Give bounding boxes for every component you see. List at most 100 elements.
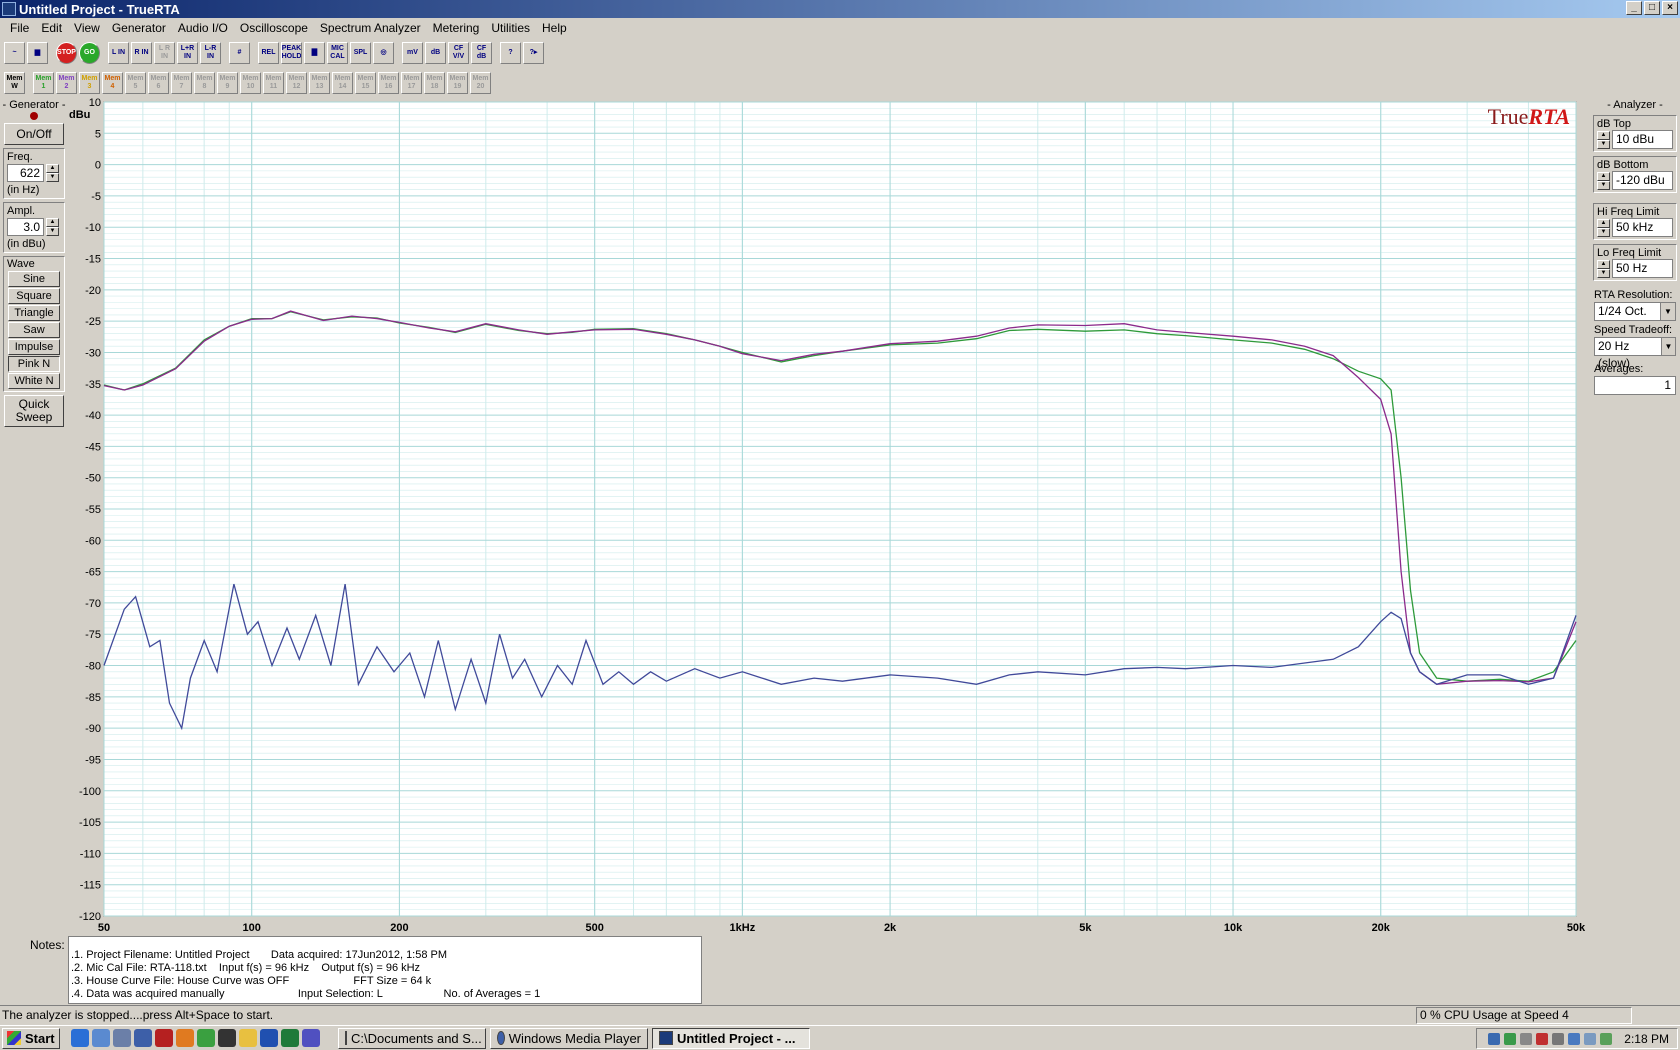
word-icon[interactable] [260, 1029, 278, 1047]
peak-hold-button[interactable]: PEAK HOLD [281, 42, 302, 64]
network-icon[interactable] [113, 1029, 131, 1047]
freq-down-icon[interactable]: ▼ [46, 173, 59, 182]
ampl-down-icon[interactable]: ▼ [46, 227, 59, 236]
db-button[interactable]: dB [425, 42, 446, 64]
db-bottom-up-icon[interactable]: ▲ [1597, 171, 1610, 181]
task-explorer[interactable]: C:\Documents and S... [338, 1027, 486, 1049]
memory-mem-10-button[interactable]: Mem 10 [240, 72, 261, 94]
generator-onoff-button[interactable]: On/Off [4, 123, 64, 145]
quick-sweep-button[interactable]: Quick Sweep [4, 395, 64, 427]
notes-box[interactable]: .1. Project Filename: Untitled Project D… [68, 936, 702, 1004]
excel-icon[interactable] [281, 1029, 299, 1047]
target-icon[interactable]: ◎ [373, 42, 394, 64]
ampl-up-icon[interactable]: ▲ [46, 218, 59, 227]
memory-mem-8-button[interactable]: Mem 8 [194, 72, 215, 94]
rel-button[interactable]: REL [258, 42, 279, 64]
ie-icon[interactable] [71, 1029, 89, 1047]
memory-mem-18-button[interactable]: Mem 18 [424, 72, 445, 94]
tray-icon[interactable] [1600, 1032, 1613, 1045]
memory-mem-4-button[interactable]: Mem 4 [102, 72, 123, 94]
memory-mem-6-button[interactable]: Mem 6 [148, 72, 169, 94]
wave-sine-button[interactable]: Sine [8, 271, 60, 287]
db-bottom-down-icon[interactable]: ▼ [1597, 180, 1610, 190]
hi-freq-down-icon[interactable]: ▼ [1597, 227, 1610, 237]
task-media-player[interactable]: Windows Media Player [490, 1027, 648, 1049]
memory-mem-7-button[interactable]: Mem 7 [171, 72, 192, 94]
wave-white-n-button[interactable]: White N [8, 373, 60, 389]
minimize-button[interactable]: _ [1626, 1, 1642, 15]
clock[interactable]: 2:18 PM [1624, 1032, 1669, 1046]
memory-mem-13-button[interactable]: Mem 13 [309, 72, 330, 94]
context-help-icon[interactable]: ?▸ [523, 42, 544, 64]
lo-freq-up-icon[interactable]: ▲ [1597, 259, 1610, 269]
ampl-input[interactable]: 3.0 [7, 218, 44, 236]
lr-in-button[interactable]: L R IN [154, 42, 175, 64]
menu-view[interactable]: View [68, 21, 106, 35]
rta-resolution-select[interactable]: 1/24 Oct. ▼ [1594, 302, 1676, 321]
memory-mem-19-button[interactable]: Mem 19 [447, 72, 468, 94]
chrome-icon[interactable] [197, 1029, 215, 1047]
memory-mem-15-button[interactable]: Mem 15 [355, 72, 376, 94]
cf-vv-button[interactable]: CF V/V [448, 42, 469, 64]
firefox-icon[interactable] [176, 1029, 194, 1047]
wave-impulse-button[interactable]: Impulse [8, 339, 60, 355]
help-icon[interactable]: ? [500, 42, 521, 64]
lo-freq-input[interactable]: 50 Hz [1612, 259, 1673, 278]
memory-mem-2-button[interactable]: Mem 2 [56, 72, 77, 94]
tray-volume-icon[interactable] [1552, 1032, 1565, 1045]
l-in-button[interactable]: L IN [108, 42, 129, 64]
memory-mem-14-button[interactable]: Mem 14 [332, 72, 353, 94]
db-top-down-icon[interactable]: ▼ [1597, 139, 1610, 149]
app-icon[interactable] [155, 1029, 173, 1047]
l-plus-r-in-button[interactable]: L+R IN [177, 42, 198, 64]
db-top-up-icon[interactable]: ▲ [1597, 130, 1610, 140]
spl-button[interactable]: SPL [350, 42, 371, 64]
memory-mem-w-button[interactable]: Mem W [4, 72, 25, 94]
chevron-down-icon[interactable]: ▼ [1660, 303, 1675, 320]
memory-mem-17-button[interactable]: Mem 17 [401, 72, 422, 94]
memory-mem-16-button[interactable]: Mem 16 [378, 72, 399, 94]
tray-app-icon[interactable] [1504, 1032, 1517, 1045]
freq-input[interactable]: 622 [7, 164, 44, 182]
go-button[interactable]: GO [79, 42, 100, 64]
wave-triangle-button[interactable]: Triangle [8, 305, 60, 321]
db-top-input[interactable]: 10 dBu [1612, 130, 1673, 149]
speed-tradeoff-select[interactable]: 20 Hz (slow) ▼ [1594, 337, 1676, 370]
folder-icon[interactable] [239, 1029, 257, 1047]
memory-mem-3-button[interactable]: Mem 3 [79, 72, 100, 94]
freq-up-icon[interactable]: ▲ [46, 164, 59, 173]
chevron-down-icon[interactable]: ▼ [1660, 338, 1675, 355]
lo-freq-down-icon[interactable]: ▼ [1597, 268, 1610, 278]
memory-mem-1-button[interactable]: Mem 1 [33, 72, 54, 94]
memory-mem-9-button[interactable]: Mem 9 [217, 72, 238, 94]
help-icon[interactable] [302, 1029, 320, 1047]
memory-mem-20-button[interactable]: Mem 20 [470, 72, 491, 94]
menu-spectrum-analyzer[interactable]: Spectrum Analyzer [314, 21, 427, 35]
l-minus-r-in-button[interactable]: L-R IN [200, 42, 221, 64]
stop-button[interactable]: STOP [56, 42, 77, 64]
mv-button[interactable]: mV [402, 42, 423, 64]
mic-cal-button[interactable]: MIC CAL [327, 42, 348, 64]
wave-square-button[interactable]: Square [8, 288, 60, 304]
menu-utilities[interactable]: Utilities [485, 21, 536, 35]
menu-generator[interactable]: Generator [106, 21, 172, 35]
grid-icon[interactable]: # [229, 42, 250, 64]
menu-file[interactable]: File [4, 21, 35, 35]
menu-oscilloscope[interactable]: Oscilloscope [234, 21, 314, 35]
menu-audio-i-o[interactable]: Audio I/O [172, 21, 234, 35]
media-icon[interactable] [134, 1029, 152, 1047]
close-button[interactable]: × [1662, 1, 1678, 15]
browser-icon[interactable] [92, 1029, 110, 1047]
hi-freq-input[interactable]: 50 kHz [1612, 218, 1673, 237]
tray-icon[interactable] [1520, 1032, 1533, 1045]
task-truerta[interactable]: Untitled Project - ... [652, 1027, 810, 1049]
terminal-icon[interactable] [218, 1029, 236, 1047]
memory-mem-12-button[interactable]: Mem 12 [286, 72, 307, 94]
menu-metering[interactable]: Metering [427, 21, 486, 35]
hi-freq-up-icon[interactable]: ▲ [1597, 218, 1610, 228]
db-bottom-input[interactable]: -120 dBu [1612, 171, 1673, 190]
r-in-button[interactable]: R IN [131, 42, 152, 64]
maximize-button[interactable]: □ [1644, 1, 1660, 15]
bars-icon[interactable]: ▇ [304, 42, 325, 64]
start-button[interactable]: Start [2, 1027, 60, 1049]
